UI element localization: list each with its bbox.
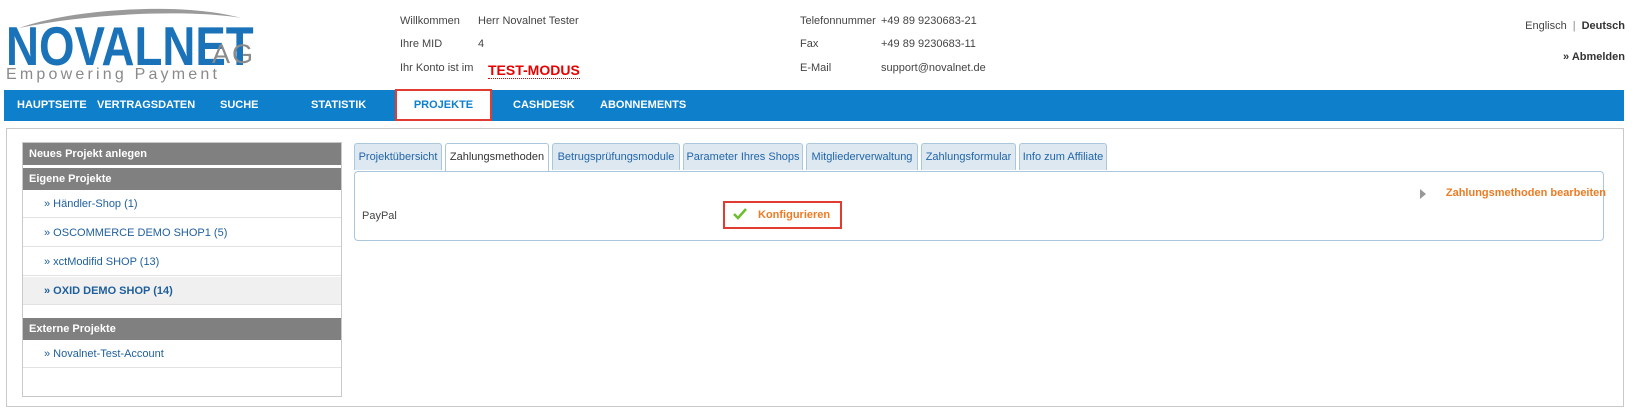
lang-german-link[interactable]: Deutsch bbox=[1582, 20, 1625, 32]
fax-label: Fax bbox=[800, 38, 819, 50]
sidebar-item-oscommerce[interactable]: » OSCOMMERCE DEMO SHOP1 (5) bbox=[23, 219, 341, 247]
arrow-right-icon bbox=[1420, 189, 1426, 199]
tab-member-management[interactable]: Mitgliederverwaltung bbox=[806, 143, 918, 170]
nav-contract-data[interactable]: VERTRAGSDATEN bbox=[97, 90, 195, 121]
sidebar-item-xctmodifid[interactable]: » xctModifid SHOP (13) bbox=[23, 248, 341, 276]
mid-value: 4 bbox=[478, 38, 485, 50]
new-project-link[interactable]: Neues Projekt anlegen bbox=[23, 143, 341, 165]
configure-button[interactable]: Konfigurieren bbox=[723, 201, 842, 229]
welcome-label: Willkommen bbox=[400, 15, 460, 27]
phone-label: Telefonnummer bbox=[800, 15, 876, 27]
lang-separator: | bbox=[1572, 20, 1576, 32]
account-mode-label: Ihr Konto ist im bbox=[400, 62, 474, 74]
main-nav: HAUPTSEITE VERTRAGSDATEN SUCHE STATISTIK… bbox=[4, 90, 1624, 121]
nav-home[interactable]: HAUPTSEITE bbox=[17, 90, 87, 121]
language-switcher: Englisch | Deutsch bbox=[1525, 20, 1625, 32]
nav-subscriptions[interactable]: ABONNEMENTS bbox=[600, 90, 686, 121]
test-mode-badge: TEST-MODUS bbox=[488, 62, 580, 79]
project-sidebar: Neues Projekt anlegen Eigene Projekte » … bbox=[22, 142, 342, 397]
fax-value: +49 89 9230683-11 bbox=[881, 38, 976, 50]
nav-statistics[interactable]: STATISTIK bbox=[311, 90, 366, 121]
sidebar-item-haendler-shop[interactable]: » Händler-Shop (1) bbox=[23, 190, 341, 218]
phone-value: +49 89 9230683-21 bbox=[881, 15, 977, 27]
tab-fraud-modules[interactable]: Betrugsprüfungsmodule bbox=[552, 143, 680, 170]
sidebar-item-novalnet-test[interactable]: » Novalnet-Test-Account bbox=[23, 340, 341, 368]
nav-cashdesk[interactable]: CASHDESK bbox=[513, 90, 575, 121]
lang-english-link[interactable]: Englisch bbox=[1525, 20, 1567, 32]
check-icon bbox=[733, 208, 747, 220]
sidebar-item-oxid-demo[interactable]: » OXID DEMO SHOP (14) bbox=[23, 277, 341, 305]
configure-label: Konfigurieren bbox=[758, 209, 831, 221]
mid-label: Ihre MID bbox=[400, 38, 443, 50]
nav-search[interactable]: SUCHE bbox=[220, 90, 259, 121]
edit-payment-methods-link[interactable]: Zahlungsmethoden bearbeiten bbox=[1446, 187, 1606, 199]
external-projects-heading: Externe Projekte bbox=[23, 318, 341, 340]
logo-suffix: AG bbox=[212, 39, 256, 69]
welcome-value: Herr Novalnet Tester bbox=[478, 15, 579, 27]
logo-tagline: Empowering Payment bbox=[6, 66, 221, 83]
tab-shop-parameters[interactable]: Parameter Ihres Shops bbox=[683, 143, 803, 170]
payment-methods-panel bbox=[354, 171, 1604, 241]
payment-method-name: PayPal bbox=[362, 210, 397, 222]
tab-project-overview[interactable]: Projektübersicht bbox=[354, 143, 442, 170]
tab-affiliate-info[interactable]: Info zum Affiliate bbox=[1019, 143, 1107, 170]
tab-payment-form[interactable]: Zahlungsformular bbox=[921, 143, 1016, 170]
email-value[interactable]: support@novalnet.de bbox=[881, 61, 986, 75]
email-label: E-Mail bbox=[800, 62, 832, 74]
logout-link[interactable]: » Abmelden bbox=[1563, 51, 1625, 63]
own-projects-heading: Eigene Projekte bbox=[23, 168, 341, 190]
nav-projects[interactable]: PROJEKTE bbox=[395, 89, 492, 121]
tab-payment-methods[interactable]: Zahlungsmethoden bbox=[445, 143, 549, 172]
